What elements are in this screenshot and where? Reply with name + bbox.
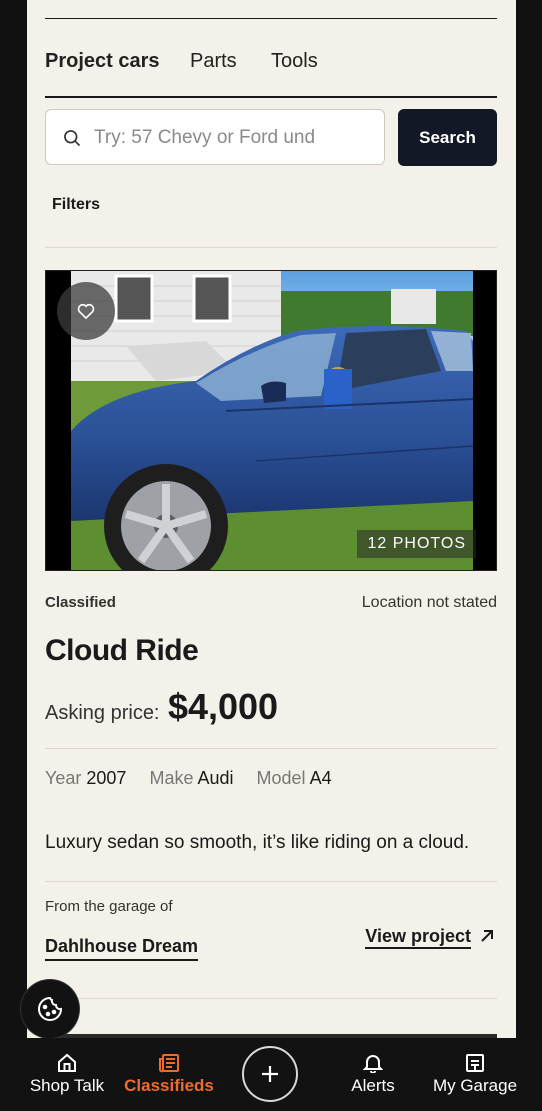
nav-label: Alerts — [351, 1076, 395, 1095]
home-icon — [58, 1053, 76, 1072]
view-project-link[interactable]: View project — [365, 926, 495, 949]
spec-key: Make — [149, 768, 194, 788]
garage-icon — [466, 1054, 484, 1072]
listing-title[interactable]: Cloud Ride — [45, 634, 199, 668]
spec-model: Model A4 — [257, 768, 332, 788]
spec-value: 2007 — [86, 768, 127, 788]
search-field[interactable] — [45, 109, 385, 165]
spec-list: Year 2007 Make Audi Model A4 — [45, 768, 350, 789]
cookie-icon — [38, 996, 63, 1021]
price-label: Asking price: — [45, 702, 160, 724]
cookie-settings-button[interactable] — [21, 980, 79, 1038]
search-button[interactable]: Search — [398, 109, 497, 166]
spec-key: Model — [256, 768, 306, 788]
plus-icon — [262, 1066, 278, 1082]
photo-count-badge: 12 PHOTOS — [357, 530, 476, 558]
divider — [45, 748, 497, 749]
divider — [45, 881, 497, 882]
spec-year: Year 2007 — [45, 768, 126, 788]
tab-parts[interactable]: Parts — [190, 50, 237, 73]
arrow-up-right-icon — [481, 930, 493, 942]
add-listing-button[interactable] — [242, 1046, 298, 1102]
heart-icon — [77, 303, 95, 320]
spec-make: Make Audi — [149, 768, 233, 788]
nav-alerts[interactable]: Alerts — [338, 1038, 408, 1111]
newspaper-icon — [159, 1054, 179, 1073]
spec-value: Audi — [197, 768, 234, 788]
bottom-navigation: Shop Talk Classifieds Alerts My Garage — [0, 1038, 542, 1111]
view-project-label: View project — [365, 926, 471, 949]
garage-link[interactable]: Dahlhouse Dream — [45, 936, 199, 961]
listing-location: Location not stated — [361, 594, 497, 611]
top-divider — [45, 18, 497, 19]
tab-tools[interactable]: Tools — [271, 50, 318, 73]
listing-description: Luxury sedan so smooth, it’s like riding… — [45, 832, 470, 853]
search-input[interactable] — [92, 122, 380, 154]
listing-photo[interactable]: 12 PHOTOS — [45, 270, 497, 571]
nav-my-garage[interactable]: My Garage — [428, 1038, 522, 1111]
bell-icon — [363, 1055, 383, 1073]
search-icon — [64, 130, 81, 147]
nav-shop-talk[interactable]: Shop Talk — [22, 1038, 112, 1111]
divider — [45, 998, 497, 999]
nav-classifieds[interactable]: Classifieds — [122, 1038, 216, 1111]
divider — [45, 247, 497, 248]
nav-label: Classifieds — [124, 1076, 214, 1095]
spec-key: Year — [45, 768, 82, 788]
spec-value: A4 — [309, 768, 332, 788]
price-value: $4,000 — [167, 686, 279, 727]
price-row: Asking price: $4,000 — [45, 686, 278, 728]
classifieds-page: Project cars Parts Tools Search Filters — [27, 0, 516, 1111]
nav-label: My Garage — [432, 1076, 518, 1095]
tab-project-cars[interactable]: Project cars — [45, 50, 160, 73]
listing-category: Classified — [45, 594, 116, 611]
filters-button[interactable]: Filters — [52, 196, 100, 214]
category-tabs: Project cars Parts Tools — [45, 50, 497, 98]
nav-label: Shop Talk — [29, 1076, 105, 1095]
favorite-button[interactable] — [57, 282, 115, 340]
from-garage-label: From the garage of — [45, 898, 173, 915]
